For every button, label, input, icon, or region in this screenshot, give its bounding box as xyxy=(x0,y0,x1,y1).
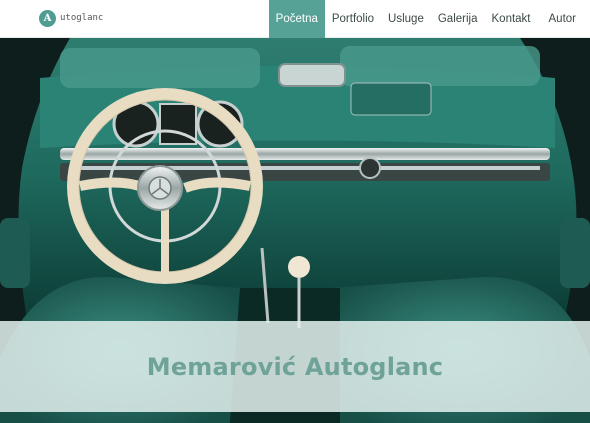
logo-badge: A xyxy=(39,9,56,27)
hero-title-band: Memarović Autoglanc xyxy=(0,321,590,412)
site-header: A utoglanc Početna Portfolio Usluge Gale… xyxy=(0,0,590,38)
nav-item-autor[interactable]: Autor xyxy=(538,0,590,38)
logo-text: utoglanc xyxy=(60,13,104,23)
hero-title: Memarović Autoglanc xyxy=(146,352,444,381)
nav-item-kontakt[interactable]: Kontakt xyxy=(485,0,538,38)
main-nav: Početna Portfolio Usluge Galerija Kontak… xyxy=(268,0,590,38)
nav-item-galerija[interactable]: Galerija xyxy=(431,0,485,38)
nav-item-pocetna[interactable]: Početna xyxy=(268,0,325,38)
nav-item-portfolio[interactable]: Portfolio xyxy=(325,0,381,38)
nav-item-usluge[interactable]: Usluge xyxy=(381,0,431,38)
site-logo[interactable]: A utoglanc xyxy=(39,9,103,27)
